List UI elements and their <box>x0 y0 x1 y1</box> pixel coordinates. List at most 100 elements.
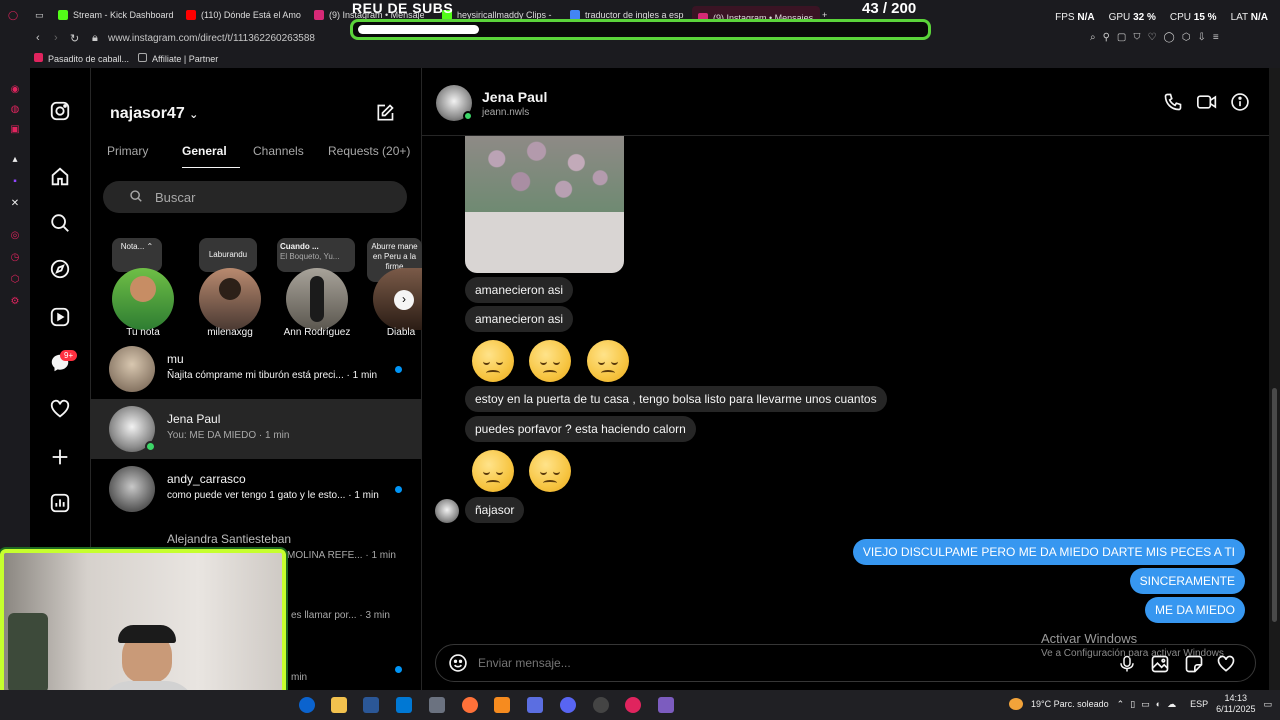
pensive-emoji-icon[interactable] <box>472 450 514 492</box>
opera-logo-icon[interactable]: ◯ <box>8 6 18 24</box>
outlook-icon[interactable] <box>396 697 412 713</box>
notifications-icon[interactable]: ▭ <box>1263 699 1272 710</box>
scrollbar-thumb[interactable] <box>1272 388 1277 622</box>
store-icon[interactable] <box>363 697 379 713</box>
pensive-emoji-icon[interactable] <box>472 340 514 382</box>
search-input[interactable]: Buscar <box>103 181 407 213</box>
message-bubble-incoming[interactable]: puedes porfavor ? esta haciendo calorn <box>465 416 696 442</box>
phone-icon[interactable] <box>1163 92 1183 117</box>
discord-icon[interactable] <box>560 697 576 713</box>
reload-icon[interactable]: ↻ <box>70 32 79 45</box>
perf-fps: FPS N/A <box>1055 12 1095 23</box>
create-icon[interactable] <box>48 446 72 470</box>
unread-dot <box>395 366 402 373</box>
tab-requests[interactable]: Requests (20+) <box>328 144 410 158</box>
shared-photo[interactable] <box>465 136 624 273</box>
firefox-icon[interactable] <box>462 697 478 713</box>
pensive-emoji-icon[interactable] <box>529 450 571 492</box>
language-indicator[interactable]: ESP <box>1190 699 1208 709</box>
message-bubble-outgoing[interactable]: SINCERAMENTE <box>1129 568 1245 594</box>
messenger-icon[interactable]: ◍ <box>9 104 21 116</box>
note-bubble[interactable]: Cuando ... El Boqueto, Yu... <box>277 238 355 272</box>
obs-icon[interactable] <box>593 697 609 713</box>
tab-kick-dashboard[interactable]: Stream - Kick Dashboard <box>58 6 178 24</box>
account-switcher[interactable]: najasor47 ⌄ <box>110 105 198 123</box>
tabs-icon[interactable]: ▭ <box>35 6 44 24</box>
home-icon[interactable] <box>48 166 72 190</box>
note-bubble[interactable]: Laburandu <box>199 238 257 272</box>
online-indicator <box>463 111 473 121</box>
chat-scrollbar[interactable] <box>1269 68 1280 690</box>
tab-general[interactable]: General <box>182 144 227 158</box>
pensive-emoji-icon[interactable] <box>587 340 629 382</box>
app-icon[interactable] <box>429 697 445 713</box>
subs-progress-fill <box>358 25 479 34</box>
insights-icon[interactable] <box>48 492 72 516</box>
thread-item-active[interactable]: Jena Paul You: ME DA MIEDO · 1 min <box>91 399 422 459</box>
contact-name[interactable]: Jena Paul <box>482 89 547 105</box>
reels-icon[interactable] <box>48 306 72 330</box>
instagram-logo-icon[interactable] <box>48 100 72 124</box>
online-indicator <box>145 441 156 452</box>
message-bubble-incoming[interactable]: ñajasor <box>465 497 525 523</box>
opera-icon[interactable] <box>625 697 641 713</box>
tab-channels[interactable]: Channels <box>253 144 304 158</box>
file-explorer-icon[interactable] <box>331 697 347 713</box>
chat-header: Jena Paul jeann.nwls <box>422 68 1269 136</box>
pensive-emoji-icon[interactable] <box>529 340 571 382</box>
info-icon[interactable] <box>1230 92 1250 117</box>
message-bubble-incoming[interactable]: amanecieron asi <box>465 306 574 332</box>
thread-item[interactable]: mu Ñajita cómprame mi tiburón está preci… <box>91 339 422 399</box>
perf-gpu: GPU 32 % <box>1108 12 1156 23</box>
app-icon[interactable] <box>527 697 543 713</box>
new-message-icon[interactable] <box>375 103 395 128</box>
avatar <box>109 346 155 392</box>
avatar <box>310 276 324 322</box>
bookmark-affiliate[interactable]: Affiliate | Partner <box>152 54 218 64</box>
url-field[interactable]: www.instagram.com/direct/t/1113622602635… <box>108 31 315 47</box>
story-avatar[interactable] <box>286 268 348 330</box>
app-icon[interactable] <box>658 697 674 713</box>
history-icon[interactable]: ◷ <box>9 252 21 264</box>
subs-progress-bar <box>350 19 931 40</box>
instagram-sidebar-icon[interactable]: ▣ <box>9 124 21 136</box>
message-bubble-incoming[interactable]: estoy en la puerta de tu casa , tengo bo… <box>465 386 887 412</box>
explore-icon[interactable] <box>48 258 72 282</box>
video-call-icon[interactable] <box>1196 92 1218 117</box>
windows-activation-watermark: Activar Windows Ve a Configuración para … <box>1041 631 1224 659</box>
bookmark-pasadito[interactable]: Pasadito de caball... <box>48 54 129 64</box>
message-input[interactable] <box>478 656 1078 670</box>
aria-icon[interactable]: ◉ <box>9 84 21 96</box>
twitch-icon[interactable]: ▪ <box>9 176 21 188</box>
message-bubble-outgoing[interactable]: VIEJO DISCULPAME PERO ME DA MIEDO DARTE … <box>852 539 1245 565</box>
settings-icon[interactable]: ⚙ <box>9 296 21 308</box>
note-bubble[interactable]: Nota... ⌃ <box>112 238 162 272</box>
message-bubble-incoming[interactable]: amanecieron asi <box>465 277 574 303</box>
tab-youtube[interactable]: (110) Dónde Está el Amor <box>186 6 301 24</box>
back-icon[interactable]: ‹ <box>36 32 40 44</box>
story-avatar-own[interactable] <box>112 268 174 330</box>
emoji-picker-icon[interactable] <box>448 653 468 678</box>
search-nav-icon[interactable] <box>48 212 72 236</box>
heart-icon[interactable] <box>48 398 72 422</box>
clock[interactable]: 14:13 6/11/2025 <box>1216 693 1255 715</box>
forward-icon[interactable]: › <box>54 32 58 44</box>
avatar <box>435 499 459 523</box>
x-icon[interactable]: ✕ <box>9 198 21 210</box>
search-icon <box>129 189 143 206</box>
next-arrow-icon[interactable]: › <box>394 290 414 310</box>
player-icon[interactable]: ◎ <box>9 230 21 242</box>
message-bubble-outgoing[interactable]: ME DA MIEDO <box>1144 597 1245 623</box>
weather-text[interactable]: 19°C Parc. soleado <box>1031 699 1109 709</box>
thread-item[interactable]: andy_carrasco como puede ver tengo 1 gat… <box>91 459 422 519</box>
vlc-icon[interactable] <box>494 697 510 713</box>
story-avatar[interactable] <box>199 268 261 330</box>
kick-sidebar-icon[interactable]: ▴ <box>9 154 21 166</box>
tray-icons[interactable]: ⌃▯▭◐☁ <box>1117 699 1182 710</box>
youtube-icon <box>34 53 43 62</box>
chat-panel: Jena Paul jeann.nwls amanecieron asi ama… <box>422 68 1269 690</box>
browser-toolbar-icons[interactable]: ⌕⚲▢⛉♡◯⬡⇩≡ <box>1090 32 1226 43</box>
extensions-icon[interactable]: ⬡ <box>9 274 21 286</box>
tab-primary[interactable]: Primary <box>107 144 148 158</box>
edge-icon[interactable] <box>299 697 315 713</box>
